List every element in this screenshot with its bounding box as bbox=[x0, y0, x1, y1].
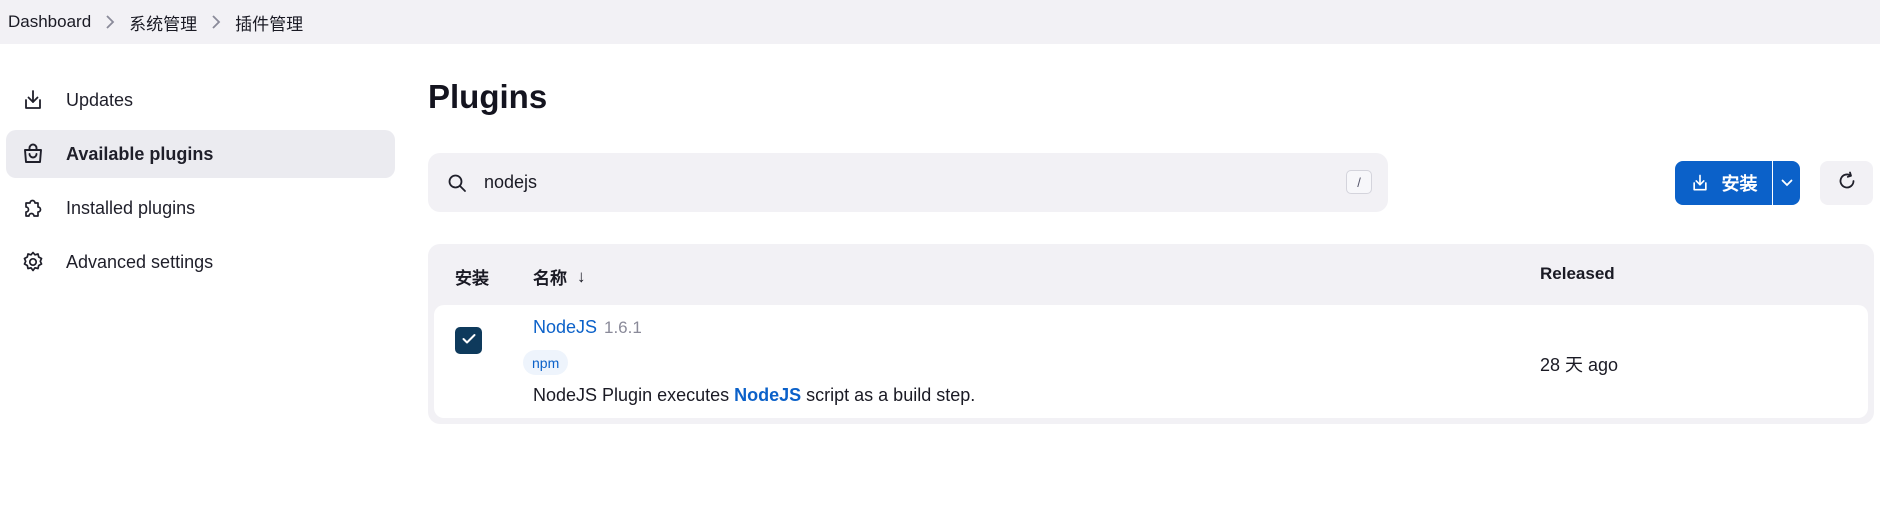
plugin-description-text-end: script as a build step. bbox=[801, 385, 976, 405]
breadcrumb-system-management[interactable]: 系统管理 bbox=[129, 6, 197, 39]
sidebar-item-installed-plugins[interactable]: Installed plugins bbox=[6, 184, 395, 232]
chevron-right-icon bbox=[91, 6, 129, 39]
search-icon bbox=[446, 172, 468, 194]
refresh-button[interactable] bbox=[1820, 161, 1873, 205]
column-header-name[interactable]: 名称 ↓ bbox=[533, 264, 586, 289]
column-header-name-label: 名称 bbox=[533, 269, 567, 288]
refresh-icon bbox=[1837, 171, 1857, 196]
search-input[interactable] bbox=[484, 172, 1304, 193]
breadcrumb-plugin-management[interactable]: 插件管理 bbox=[235, 6, 303, 39]
chevron-right-icon bbox=[197, 6, 235, 39]
install-options-dropdown-button[interactable] bbox=[1773, 161, 1800, 205]
install-button-label: 安装 bbox=[1721, 174, 1758, 194]
plugins-table: 安装 名称 ↓ Released NodeJS 1.6.1 npm NodeJS… bbox=[428, 244, 1874, 424]
plugin-released-date: 28 天 ago bbox=[1540, 355, 1619, 375]
plugin-tag-npm[interactable]: npm bbox=[523, 350, 569, 375]
breadcrumb: Dashboard 系统管理 插件管理 bbox=[0, 0, 1880, 44]
sidebar-item-available-plugins[interactable]: Available plugins bbox=[6, 130, 395, 178]
puzzle-icon bbox=[20, 195, 46, 221]
plugin-description: NodeJS Plugin executes NodeJS script as … bbox=[533, 385, 975, 406]
sidebar-item-label: Installed plugins bbox=[66, 197, 196, 218]
keyboard-shortcut-hint: / bbox=[1346, 170, 1372, 194]
column-header-released[interactable]: Released bbox=[1540, 264, 1615, 284]
sidebar-item-advanced-settings[interactable]: Advanced settings bbox=[6, 238, 395, 286]
shopping-bag-icon bbox=[20, 141, 46, 167]
install-checkbox[interactable] bbox=[455, 327, 482, 354]
sidebar-item-label: Advanced settings bbox=[66, 251, 214, 272]
plugin-description-text: NodeJS Plugin executes bbox=[533, 385, 735, 405]
sort-arrow-icon: ↓ bbox=[577, 266, 586, 286]
breadcrumb-dashboard[interactable]: Dashboard bbox=[8, 6, 91, 39]
sidebar: Updates Available plugins Installed plug… bbox=[6, 76, 395, 292]
plugin-description-highlight: NodeJS bbox=[734, 385, 802, 405]
page-title: Plugins bbox=[428, 78, 548, 115]
chevron-down-icon bbox=[1781, 174, 1793, 192]
install-button[interactable]: 安装 bbox=[1675, 161, 1772, 205]
sidebar-item-label: Updates bbox=[66, 89, 134, 110]
table-row: NodeJS 1.6.1 npm NodeJS Plugin executes … bbox=[434, 305, 1868, 418]
download-tray-icon bbox=[1690, 173, 1710, 193]
column-header-install: 安装 bbox=[455, 269, 489, 288]
checkmark-icon bbox=[462, 332, 476, 350]
plugin-name-link[interactable]: NodeJS bbox=[533, 317, 597, 338]
plugin-version: 1.6.1 bbox=[604, 318, 642, 337]
download-tray-icon bbox=[20, 87, 46, 113]
sidebar-item-updates[interactable]: Updates bbox=[6, 76, 395, 124]
plugin-search-box[interactable]: / bbox=[428, 153, 1388, 212]
sidebar-item-label: Available plugins bbox=[66, 143, 214, 164]
gear-icon bbox=[20, 249, 46, 275]
